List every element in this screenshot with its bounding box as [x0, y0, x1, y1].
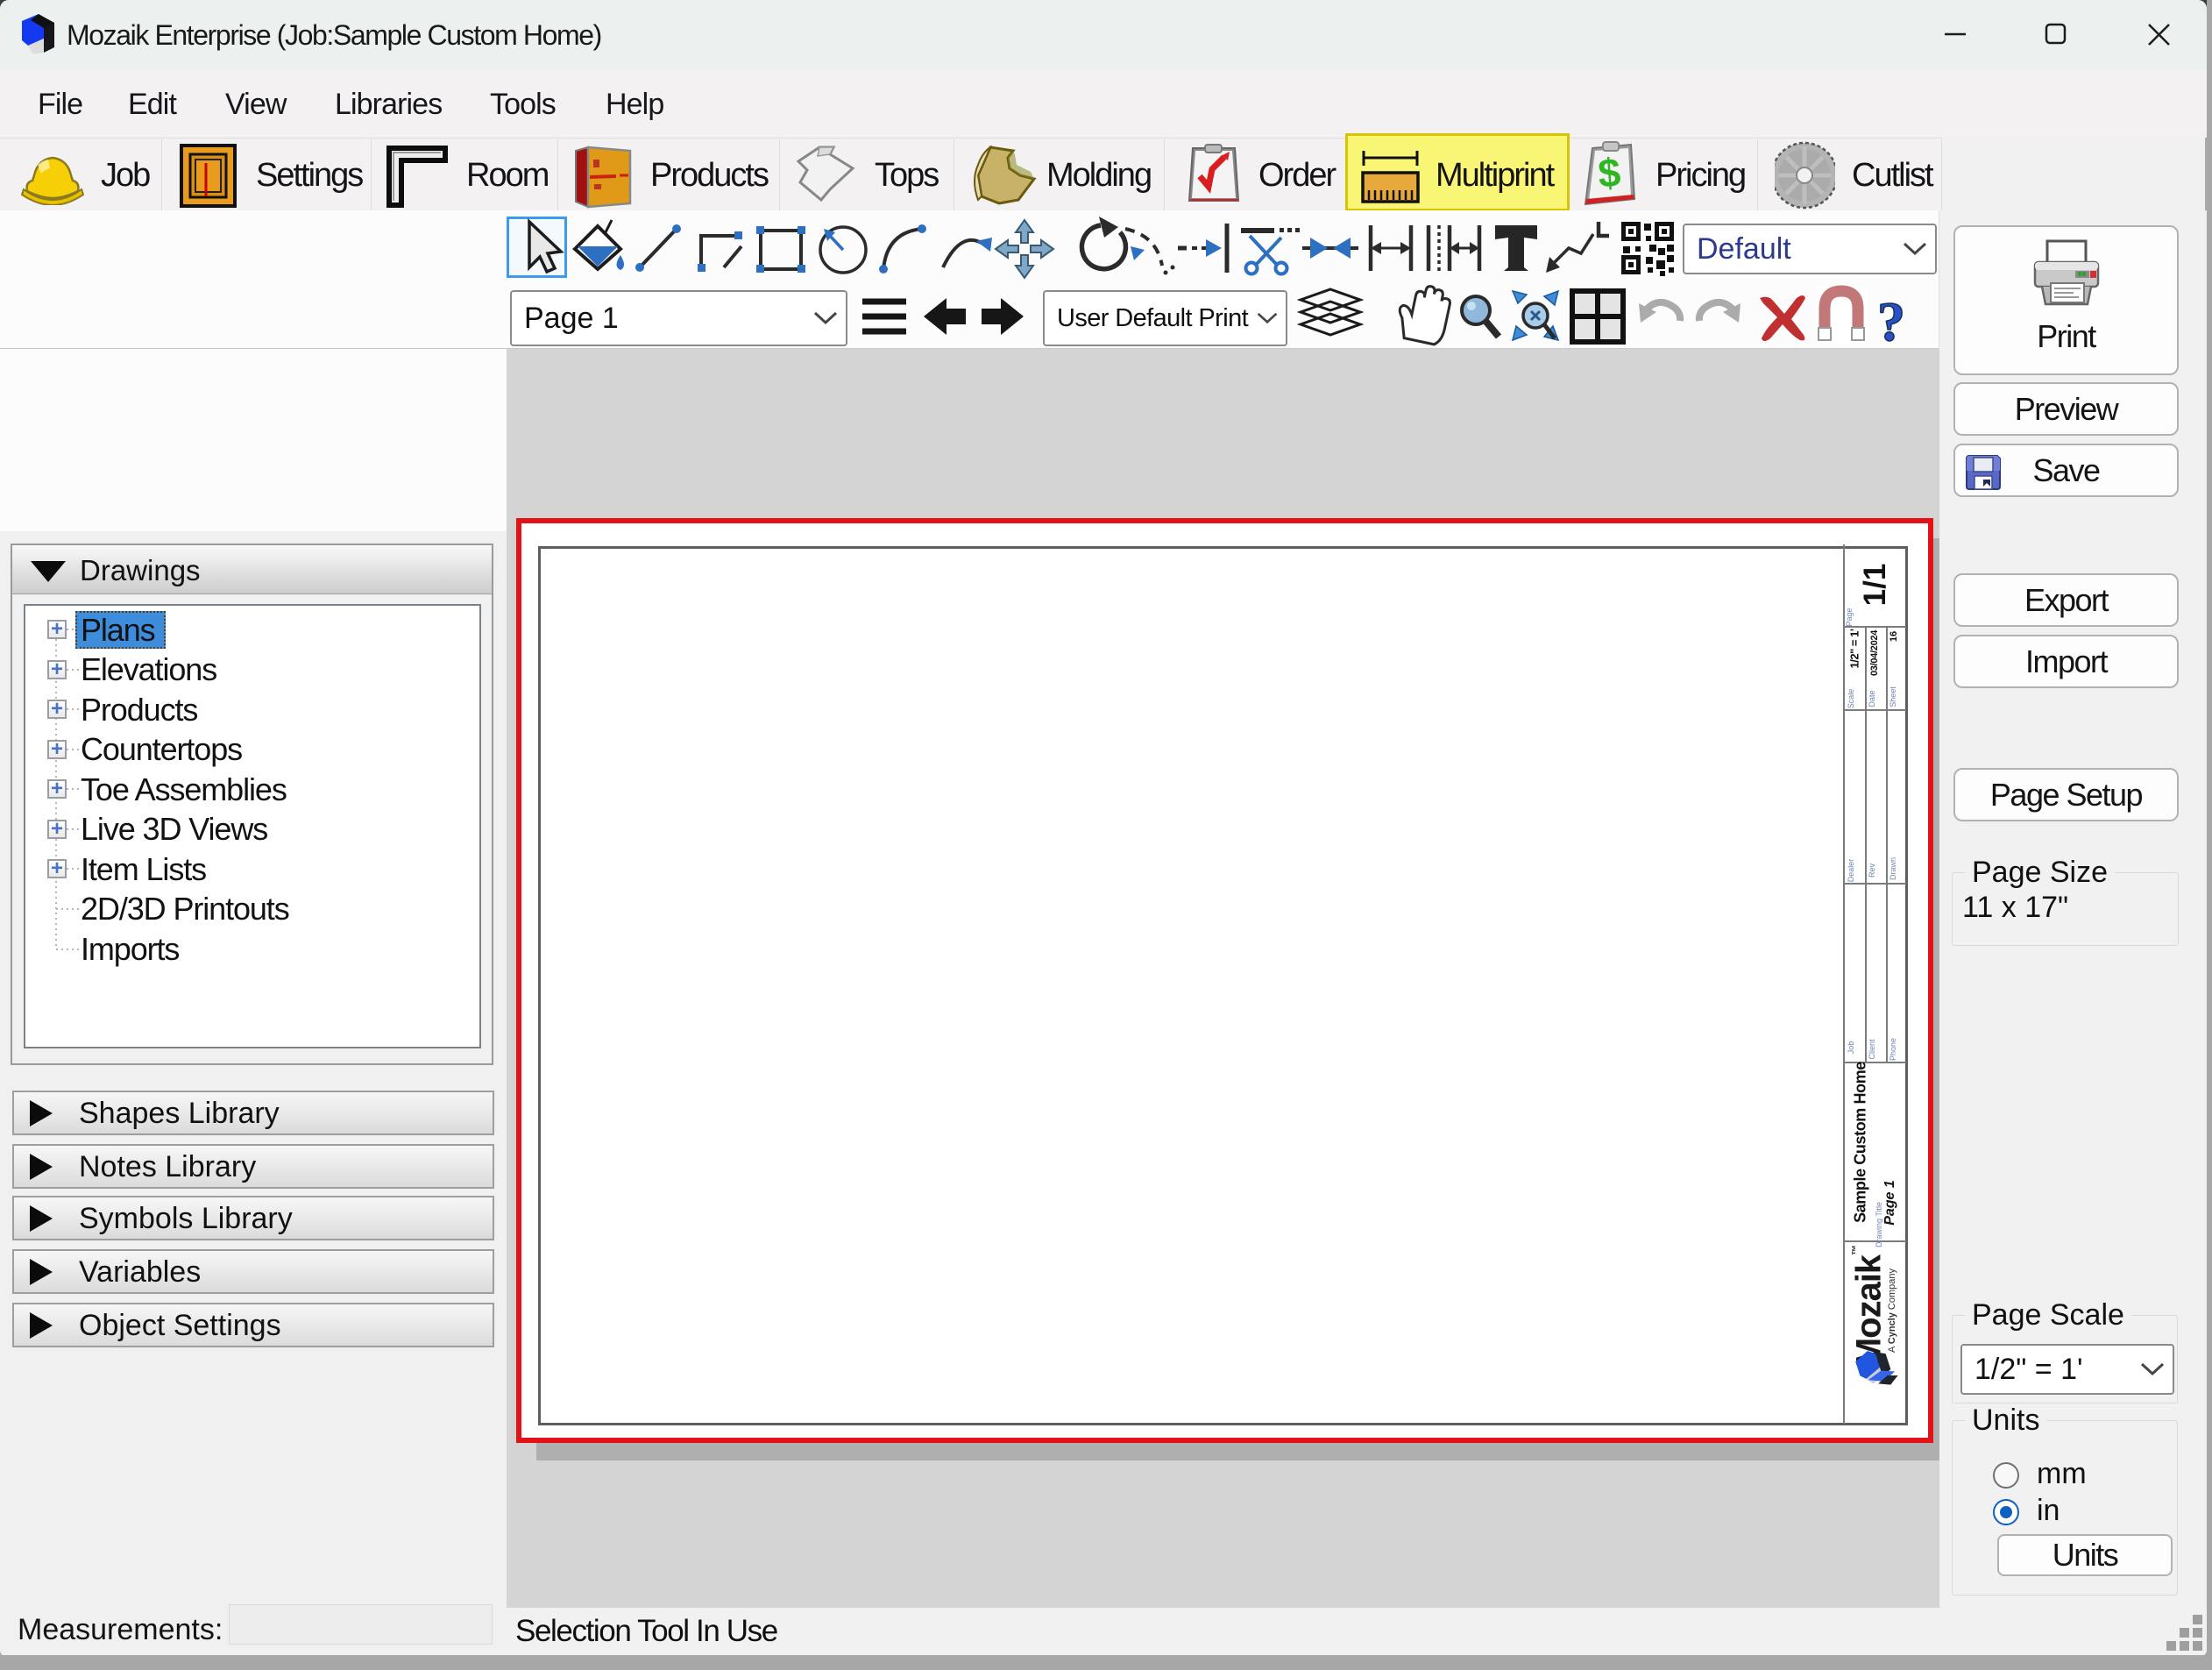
- svg-text:?: ?: [1877, 290, 1905, 349]
- svg-text:$: $: [1597, 149, 1622, 196]
